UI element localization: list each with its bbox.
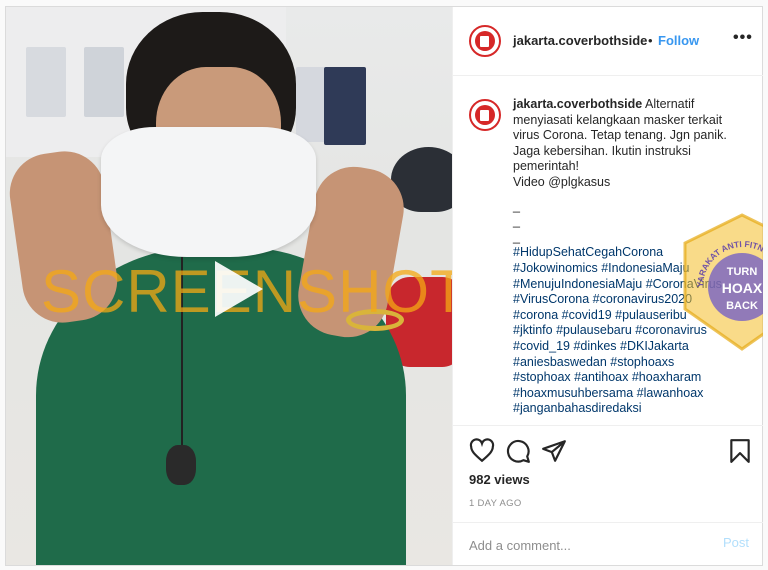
stamp-bottom-text: BACK (726, 300, 758, 312)
separator-dot: • (648, 33, 653, 48)
product-box (84, 47, 124, 117)
comment-input[interactable] (467, 533, 701, 557)
product-box (324, 67, 366, 145)
avatar[interactable] (469, 25, 501, 57)
share-icon[interactable] (541, 438, 567, 464)
action-bar: 982 views 1 DAY AGO Post (453, 425, 763, 566)
post-sidebar: jakarta.coverbothside • Follow ••• jakar… (452, 7, 763, 565)
more-options-icon[interactable]: ••• (733, 29, 753, 47)
post-header: jakarta.coverbothside • Follow ••• (453, 7, 763, 76)
face-mask (101, 127, 316, 257)
caption-avatar[interactable] (469, 99, 501, 131)
dash-line: _ (513, 198, 520, 213)
caption-username[interactable]: jakarta.coverbothside (513, 97, 642, 111)
view-count[interactable]: 982 views (469, 472, 530, 487)
pendant (166, 445, 196, 485)
bookmark-icon[interactable] (727, 438, 753, 464)
timestamp[interactable]: 1 DAY AGO (469, 498, 522, 509)
post-comment-button[interactable]: Post (723, 535, 749, 550)
anti-hoax-stamp: MASYARAKAT ANTI FITNAH INDONESIA TURN HO… (681, 213, 763, 351)
instagram-post: SCREENSHOT BY jakarta.coverbothside • Fo… (5, 6, 763, 566)
header-username[interactable]: jakarta.coverbothside (513, 33, 647, 48)
comment-row: Post (453, 522, 763, 566)
hashtag-line[interactable]: #janganbahasdiredaksi (513, 401, 751, 417)
follow-button[interactable]: Follow (658, 33, 699, 48)
hashtag-line[interactable]: #stophoax #antihoax #hoaxharam (513, 370, 751, 386)
hashtag-line[interactable]: #hoaxmusuhbersama #lawanhoax (513, 386, 751, 402)
hashtag-line[interactable]: #aniesbaswedan #stophoaxs (513, 355, 751, 371)
post-video[interactable]: SCREENSHOT BY (6, 7, 452, 565)
play-icon[interactable] (207, 259, 267, 319)
product-box (26, 47, 66, 117)
stamp-mid-text: HOAX (722, 280, 763, 296)
comment-icon[interactable] (505, 438, 531, 464)
caption-line-2: Video @plgkasus (513, 174, 611, 189)
caption-area: jakarta.coverbothside Alternatif menyias… (453, 75, 763, 425)
stamp-top-text: TURN (727, 266, 758, 278)
heart-icon[interactable] (469, 438, 495, 464)
